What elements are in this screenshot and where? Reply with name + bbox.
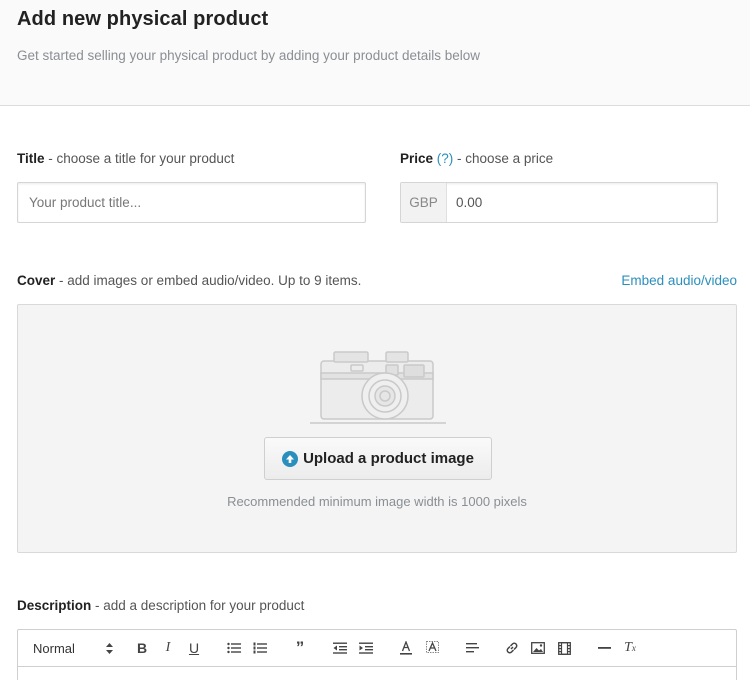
- embed-audio-video-link[interactable]: Embed audio/video: [621, 273, 737, 288]
- price-field: GBP: [400, 182, 718, 223]
- outdent-icon[interactable]: [329, 638, 351, 658]
- description-editor: Normal B I U ” T x: [17, 629, 737, 680]
- upload-arrow-icon: [282, 450, 299, 467]
- ordered-list-icon[interactable]: [249, 638, 271, 658]
- currency-label: GBP: [401, 183, 447, 222]
- bullet-list-icon[interactable]: [223, 638, 245, 658]
- upload-product-image-button[interactable]: Upload a product image: [264, 437, 492, 480]
- cover-label-text: Cover: [17, 273, 56, 288]
- indent-icon[interactable]: [355, 638, 377, 658]
- clear-format-icon[interactable]: Tx: [619, 638, 641, 658]
- description-label-hint: - add a description for your product: [91, 598, 305, 613]
- product-title-input[interactable]: [17, 182, 366, 223]
- upload-button-label: Upload a product image: [303, 450, 474, 467]
- video-icon[interactable]: [553, 638, 575, 658]
- page-header: Add new physical product Get started sel…: [0, 0, 750, 106]
- page-title: Add new physical product: [17, 8, 269, 30]
- text-color-icon[interactable]: [395, 638, 417, 658]
- background-color-icon[interactable]: [421, 638, 443, 658]
- price-label-hint: - choose a price: [453, 151, 554, 166]
- cover-label: Cover - add images or embed audio/video.…: [17, 273, 361, 288]
- price-label: Price (?) - choose a price: [400, 151, 553, 166]
- image-icon[interactable]: [527, 638, 549, 658]
- description-label: Description - add a description for your…: [17, 598, 304, 613]
- format-select-value: Normal: [33, 640, 75, 656]
- title-label-hint: - choose a title for your product: [44, 151, 235, 166]
- camera-icon: [310, 351, 446, 424]
- title-label-text: Title: [17, 151, 45, 166]
- link-icon[interactable]: [501, 638, 523, 658]
- bold-icon[interactable]: B: [131, 638, 153, 658]
- price-label-text: Price: [400, 151, 434, 166]
- price-help-link[interactable]: (?): [437, 151, 454, 166]
- align-icon[interactable]: [461, 638, 483, 658]
- blockquote-icon[interactable]: ”: [289, 638, 311, 658]
- horizontal-rule-icon[interactable]: [593, 638, 615, 658]
- select-arrows-icon: [106, 642, 113, 654]
- image-recommendation-text: Recommended minimum image width is 1000 …: [227, 494, 527, 509]
- format-select[interactable]: Normal: [33, 641, 113, 656]
- cover-upload-area[interactable]: Upload a product image Recommended minim…: [17, 304, 737, 553]
- editor-toolbar: Normal B I U ” T x: [18, 630, 736, 667]
- cover-label-hint: - add images or embed audio/video. Up to…: [55, 273, 362, 288]
- description-label-text: Description: [17, 598, 92, 613]
- underline-icon[interactable]: U: [183, 638, 205, 658]
- page-subtitle: Get started selling your physical produc…: [17, 48, 481, 63]
- price-input[interactable]: [447, 183, 717, 222]
- italic-icon[interactable]: I: [157, 638, 179, 658]
- title-label: Title - choose a title for your product: [17, 151, 234, 166]
